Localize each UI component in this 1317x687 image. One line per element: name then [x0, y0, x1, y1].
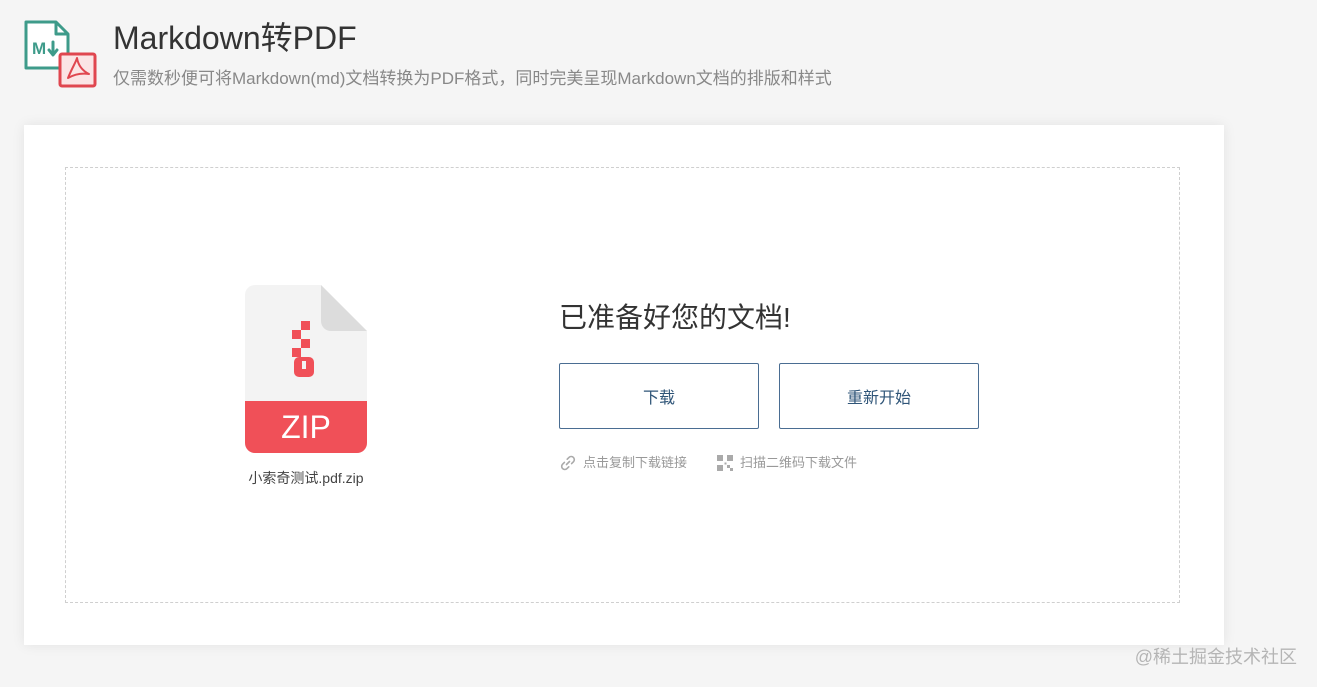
download-button[interactable]: 下载 [559, 363, 759, 429]
dropzone: ZIP 小索奇测试.pdf.zip 已准备好您的文档! 下载 重新开始 点击复制… [65, 167, 1180, 603]
file-name: 小索奇测试.pdf.zip [248, 470, 364, 486]
markdown-to-pdf-logo-icon: M [24, 20, 97, 88]
qr-code-icon [717, 455, 733, 471]
qr-download-label: 扫描二维码下载文件 [740, 455, 858, 470]
qr-download-button[interactable]: 扫描二维码下载文件 [716, 454, 857, 472]
copy-link-button[interactable]: 点击复制下载链接 [559, 454, 687, 472]
svg-text:ZIP: ZIP [281, 409, 331, 445]
link-icon [560, 455, 576, 471]
page-header: M Markdown转PDF 仅需数秒便可将Markdown(md)文档转换为P… [24, 18, 1124, 108]
result-card: ZIP 小索奇测试.pdf.zip 已准备好您的文档! 下载 重新开始 点击复制… [24, 125, 1224, 645]
restart-button[interactable]: 重新开始 [779, 363, 979, 429]
zip-file-type-label: ZIP [281, 409, 331, 445]
svg-text:M: M [32, 39, 46, 58]
ready-title: 已准备好您的文档! [559, 302, 791, 333]
page-subtitle: 仅需数秒便可将Markdown(md)文档转换为PDF格式，同时完美呈现Mark… [113, 69, 832, 88]
copy-link-label: 点击复制下载链接 [583, 455, 688, 470]
page-title: Markdown转PDF [113, 20, 357, 56]
watermark: @稀土掘金技术社区 [1134, 647, 1297, 667]
